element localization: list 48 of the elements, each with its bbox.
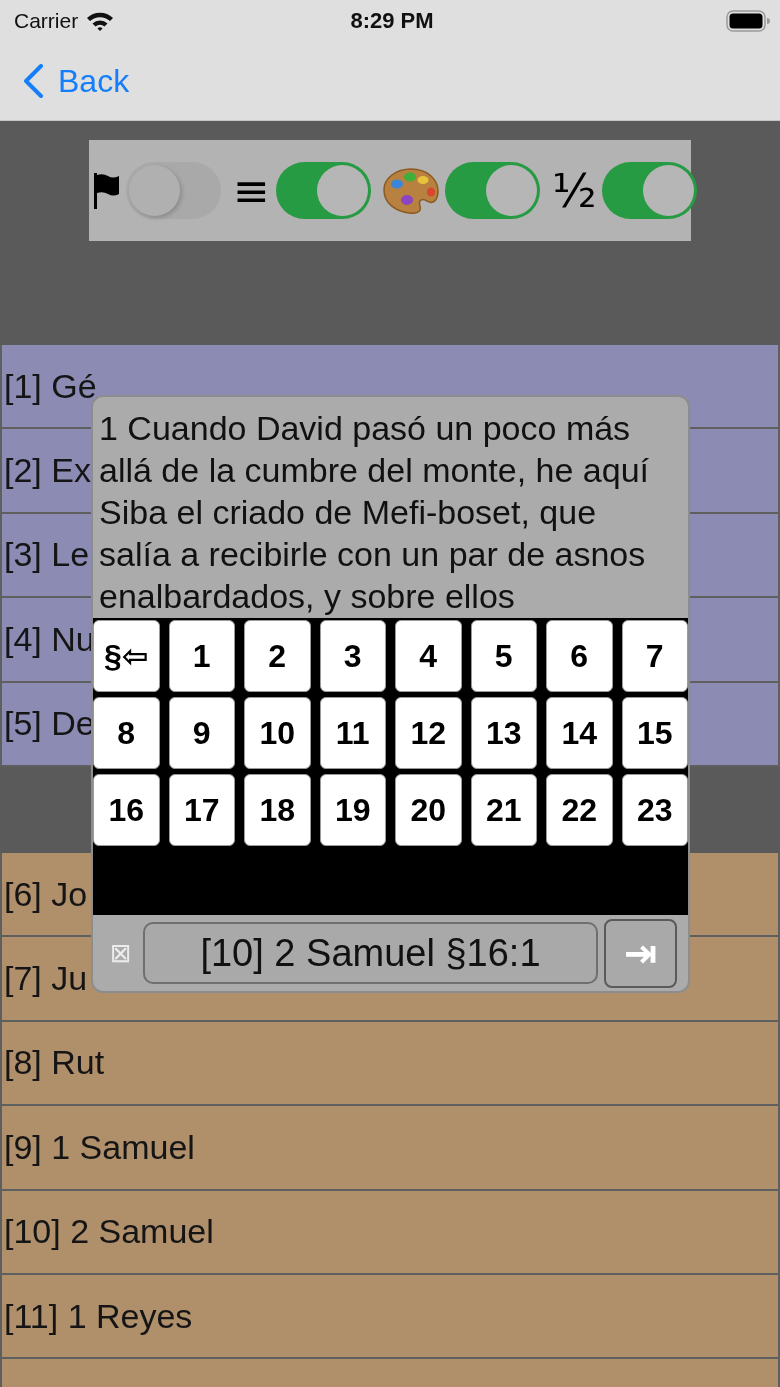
key-button[interactable]: 1 — [168, 620, 235, 692]
key-button[interactable]: §⇦ — [93, 620, 160, 692]
key-button[interactable]: 7 — [621, 620, 688, 692]
wifi-icon — [86, 11, 115, 31]
book-title[interactable]: [6] Jo — [4, 874, 88, 914]
key-button[interactable]: 12 — [395, 697, 462, 769]
key-button[interactable]: 13 — [470, 697, 537, 769]
key-button[interactable]: 2 — [244, 620, 311, 692]
key-button[interactable]: 11 — [319, 697, 386, 769]
key-button[interactable]: 22 — [546, 774, 613, 846]
toggle-switch[interactable] — [602, 162, 698, 219]
reference-field[interactable]: [10] 2 Samuel §16:1 — [143, 922, 598, 984]
key-button[interactable]: 17 — [168, 774, 235, 846]
book-title[interactable]: [3] Le — [4, 535, 90, 575]
book-title[interactable]: [10] 2 Samuel — [4, 1212, 214, 1252]
key-button[interactable]: 16 — [93, 774, 160, 846]
flag-icon — [93, 172, 120, 209]
key-button[interactable]: 21 — [470, 774, 537, 846]
toggle-switch[interactable] — [275, 162, 371, 219]
palette-icon — [382, 166, 439, 215]
book-title[interactable]: [8] Rut — [4, 1043, 105, 1083]
toggle-switch[interactable] — [444, 162, 540, 219]
chevron-left-icon — [22, 64, 44, 98]
key-button[interactable]: 9 — [168, 697, 235, 769]
key-button[interactable]: 5 — [470, 620, 537, 692]
key-button[interactable]: 18 — [244, 774, 311, 846]
book-title[interactable]: [2] Ex — [4, 451, 91, 491]
toggle-label: ½ — [551, 167, 597, 214]
clock-time: 8:29 PM — [350, 8, 434, 34]
key-button[interactable]: 19 — [319, 774, 386, 846]
battery-icon — [726, 10, 770, 32]
key-button[interactable]: 10 — [244, 697, 311, 769]
key-button[interactable]: 20 — [395, 774, 462, 846]
key-button[interactable]: 3 — [319, 620, 386, 692]
key-button[interactable]: 6 — [546, 620, 613, 692]
book-title[interactable]: [5] De — [4, 704, 95, 744]
key-button[interactable]: 8 — [93, 697, 160, 769]
book-title[interactable]: [11] 1 Reyes — [4, 1296, 193, 1336]
book-title[interactable]: [7] Ju — [4, 959, 88, 999]
key-button[interactable]: 15 — [621, 697, 688, 769]
verse-text: 1 Cuando David pasó un poco más allá de la cumbre del monte, he aquí Siba el criado de Mefi-boset, que salía a recibirle con un par de asnos enalbardados, y sobre ellos — [99, 408, 650, 617]
carrier-label: Carrier — [14, 9, 79, 33]
key-button[interactable]: 23 — [621, 774, 688, 846]
book-title[interactable]: [1] Gé — [4, 366, 97, 406]
book-title[interactable]: [9] 1 Samuel — [4, 1127, 195, 1167]
toggle-label: ≡ — [233, 168, 270, 213]
key-button[interactable]: 4 — [395, 620, 462, 692]
key-button[interactable]: 14 — [546, 697, 613, 769]
